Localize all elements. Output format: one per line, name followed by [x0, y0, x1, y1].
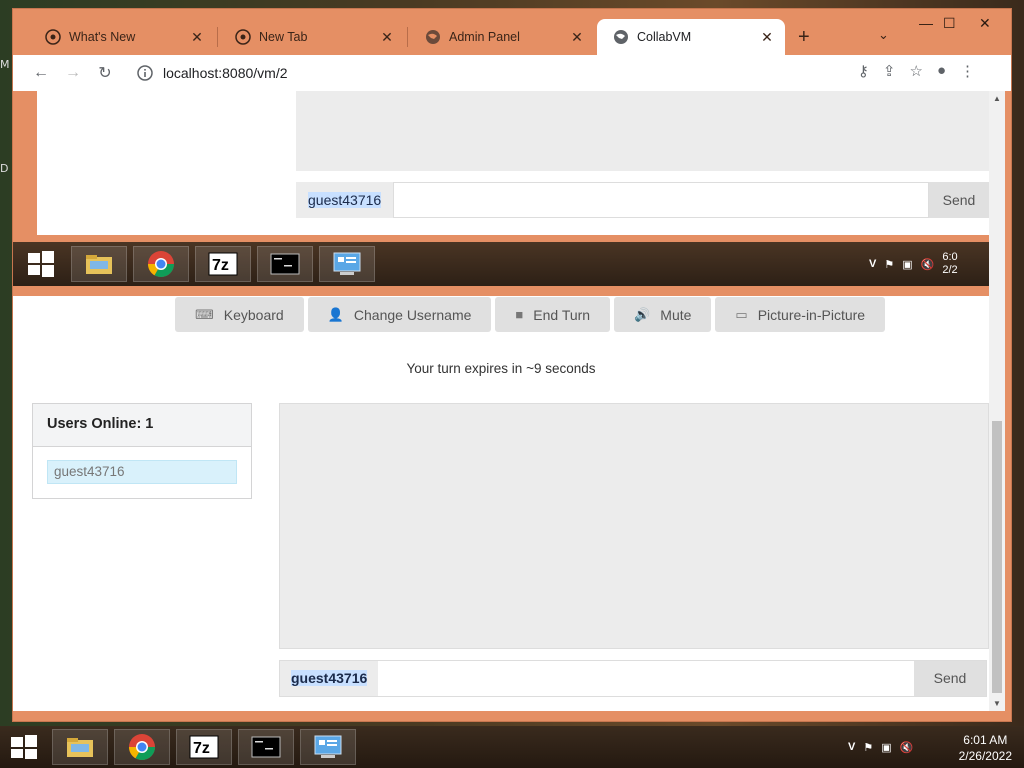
keyboard-icon: ⌨	[195, 306, 214, 322]
chrome-icon	[235, 29, 251, 45]
host-system-tray: V ⚑ ▣ 🔇	[848, 726, 913, 768]
file-explorer-icon[interactable]	[71, 246, 127, 282]
tab-collabvm[interactable]: CollabVM ✕	[597, 19, 785, 55]
browser-window: What's New ✕ New Tab ✕ Admin Panel ✕ Col…	[12, 8, 1012, 722]
chrome-taskbar-icon[interactable]	[133, 246, 189, 282]
close-icon[interactable]: ✕	[379, 29, 395, 46]
tab-search-chevron-icon[interactable]: ⌄	[878, 27, 889, 43]
user-icon: 👤	[327, 306, 344, 322]
7zip-icon[interactable]: 7z	[195, 246, 251, 282]
star-icon[interactable]: ☆	[909, 62, 922, 80]
tab-whats-new[interactable]: What's New ✕	[29, 19, 215, 55]
windows-start-icon[interactable]	[27, 250, 55, 278]
turn-status-text: Your turn expires in ~9 seconds	[406, 361, 596, 376]
svg-text:7z: 7z	[212, 257, 229, 274]
vm-controls: ⌨ Keyboard 👤 Change Username ■ End Turn 🔊 Mu…	[175, 297, 886, 332]
tab-strip: What's New ✕ New Tab ✕ Admin Panel ✕ Col…	[13, 9, 1011, 55]
chat-username-label: guest43716	[280, 661, 379, 696]
svg-text:7z: 7z	[193, 740, 210, 757]
desktop-icon-label-fragment: M	[0, 58, 10, 71]
command-prompt-icon[interactable]	[257, 246, 313, 282]
tab-title: Admin Panel	[449, 30, 520, 44]
scroll-thumb[interactable]	[992, 421, 1002, 693]
vm-system-tray: V ⚑ ▣ 🔇 6:0 2/2	[869, 242, 958, 286]
tab-title: What's New	[69, 30, 136, 44]
7zip-icon[interactable]: 7z	[176, 729, 232, 765]
users-online-panel: Users Online: 1 guest43716	[32, 403, 252, 499]
menu-kebab-icon[interactable]: ⋮	[960, 62, 975, 80]
flag-icon[interactable]: ⚑	[884, 258, 894, 271]
reload-icon[interactable]: ↻	[89, 63, 121, 83]
url-text: localhost:8080/vm/2	[163, 65, 288, 81]
browser-toolbar: ← → ↻ localhost:8080/vm/2 ⚷ ⇪ ☆ ● ⋮	[13, 55, 1011, 91]
vm-tray-icon[interactable]: V	[848, 741, 855, 753]
control-panel-icon[interactable]	[300, 729, 356, 765]
network-icon[interactable]: ▣	[902, 258, 912, 271]
vm-taskbar: 7z V ⚑ ▣ 🔇 6:0 2/2	[13, 242, 989, 286]
close-icon[interactable]: ✕	[759, 29, 775, 46]
key-icon[interactable]: ⚷	[858, 62, 869, 80]
clock-time: 6:01 AM	[963, 733, 1008, 747]
file-explorer-icon[interactable]	[52, 729, 108, 765]
command-prompt-icon[interactable]	[238, 729, 294, 765]
control-panel-icon[interactable]	[319, 246, 375, 282]
tab-admin-panel[interactable]: Admin Panel ✕	[409, 19, 595, 55]
vm-tray-icon[interactable]: V	[869, 258, 876, 270]
nested-chat-input-row: guest43716 Send	[296, 182, 989, 218]
close-window-button[interactable]: ✕	[979, 15, 991, 32]
back-arrow-icon[interactable]: ←	[25, 64, 57, 82]
tab-title: CollabVM	[637, 30, 692, 44]
user-list-item[interactable]: guest43716	[47, 460, 237, 484]
clock-date: 2/26/2022	[958, 749, 1012, 763]
windows-start-icon[interactable]	[10, 734, 38, 760]
volume-muted-icon[interactable]: 🔇	[900, 741, 914, 754]
chat-input[interactable]	[378, 661, 914, 696]
network-icon[interactable]: ▣	[881, 741, 891, 754]
vm-display[interactable]: guest43716 Send 7z V ⚑ ▣ 🔇 6:0 2/2	[13, 91, 989, 296]
mute-button[interactable]: 🔊 Mute	[614, 297, 712, 332]
volume-icon: 🔊	[634, 306, 651, 322]
volume-muted-icon[interactable]: 🔇	[921, 258, 935, 271]
picture-in-picture-button[interactable]: ▭ Picture-in-Picture	[715, 297, 886, 332]
nested-browser-page: guest43716 Send	[37, 91, 989, 235]
profile-avatar-icon[interactable]: ●	[937, 62, 946, 80]
chat-input-row: guest43716 Send	[279, 660, 987, 697]
host-clock[interactable]: 6:01 AM 2/26/2022	[959, 732, 1012, 764]
stop-icon: ■	[515, 307, 524, 322]
globe-icon	[426, 30, 440, 44]
scroll-up-arrow-icon[interactable]: ▲	[993, 94, 1001, 103]
minimize-button[interactable]: —	[919, 15, 933, 31]
desktop-icon-label-fragment: D	[0, 162, 9, 175]
flag-icon[interactable]: ⚑	[863, 741, 873, 754]
new-tab-button[interactable]: +	[798, 26, 810, 49]
nested-send-button[interactable]: Send	[929, 182, 989, 218]
info-icon[interactable]	[135, 63, 155, 83]
change-username-button[interactable]: 👤 Change Username	[307, 297, 492, 332]
chrome-taskbar-icon[interactable]	[114, 729, 170, 765]
nested-chat-input[interactable]	[393, 182, 929, 218]
pip-icon: ▭	[735, 306, 748, 322]
chrome-icon	[45, 29, 61, 45]
users-online-heading: Users Online: 1	[33, 404, 251, 447]
tab-title: New Tab	[259, 30, 308, 44]
vm-clock[interactable]: 6:0 2/2	[942, 251, 957, 277]
chat-messages-area	[279, 403, 989, 649]
address-bar[interactable]: localhost:8080/vm/2 ⚷ ⇪ ☆ ● ⋮	[127, 58, 987, 88]
maximize-button[interactable]: ☐	[943, 15, 956, 32]
page-content: guest43716 Send 7z V ⚑ ▣ 🔇 6:0 2/2 ⌨ Key…	[13, 91, 989, 711]
scroll-down-arrow-icon[interactable]: ▼	[993, 699, 1001, 708]
close-icon[interactable]: ✕	[189, 29, 205, 46]
tab-new-tab[interactable]: New Tab ✕	[219, 19, 405, 55]
nested-chat-username: guest43716	[296, 182, 394, 218]
close-icon[interactable]: ✕	[569, 29, 585, 46]
page-scrollbar[interactable]: ▲ ▼	[989, 91, 1005, 711]
end-turn-button[interactable]: ■ End Turn	[495, 297, 611, 332]
nested-chat-area	[296, 91, 989, 171]
send-button[interactable]: Send	[914, 661, 986, 696]
share-icon[interactable]: ⇪	[883, 62, 896, 80]
forward-arrow-icon[interactable]: →	[57, 64, 89, 82]
host-taskbar: 7z V ⚑ ▣ 🔇 6:01 AM 2/26/2022	[0, 726, 1024, 768]
globe-icon	[614, 30, 628, 44]
keyboard-button[interactable]: ⌨ Keyboard	[175, 297, 304, 332]
